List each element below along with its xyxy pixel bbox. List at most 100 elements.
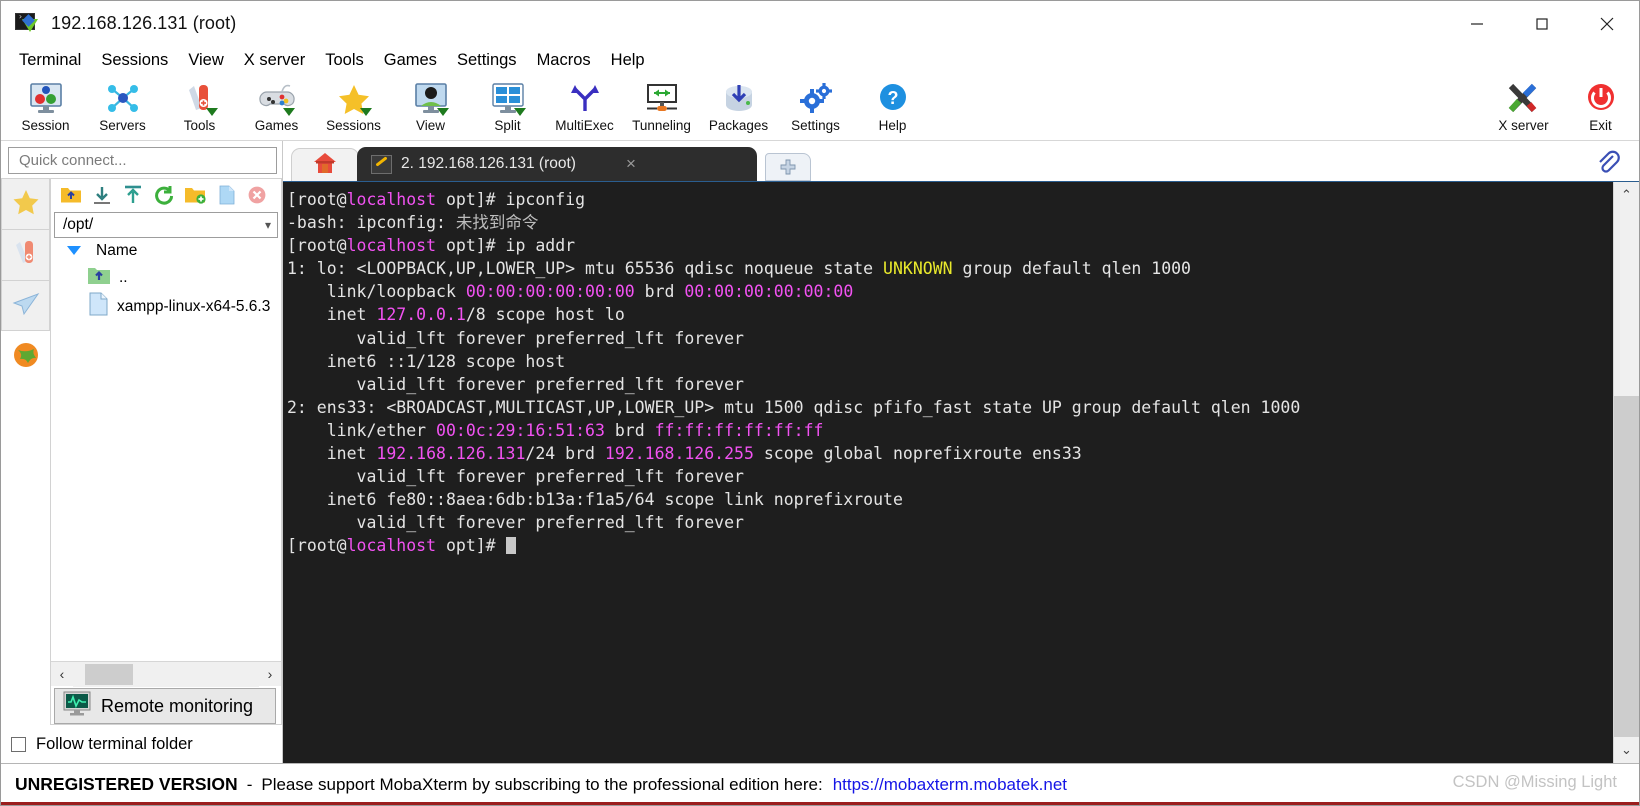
toolbar-servers[interactable]: Servers <box>84 76 161 140</box>
toolbar-games[interactable]: Games <box>238 76 315 140</box>
menu-view[interactable]: View <box>178 49 233 72</box>
toolbar-multiexec[interactable]: MultiExec <box>546 76 623 140</box>
hscroll-track[interactable] <box>73 661 259 687</box>
terminal-line: inet6 fe80::8aea:6db:b13a:f1a5/64 scope … <box>287 488 1613 511</box>
close-button[interactable] <box>1574 1 1639 46</box>
toolbar-tunneling[interactable]: Tunneling <box>623 76 700 140</box>
upload-arrow-icon[interactable] <box>121 183 145 207</box>
follow-terminal-folder-row[interactable]: Follow terminal folder <box>1 725 282 763</box>
mobaxterm-link[interactable]: https://mobaxterm.mobatek.net <box>833 775 1067 795</box>
bottom-red-strip <box>1 802 1639 805</box>
vscroll-track[interactable] <box>1614 208 1639 737</box>
toolbar-x-server[interactable]: X server <box>1485 76 1562 140</box>
toolbar-session[interactable]: Session <box>7 76 84 140</box>
sidebar-item-tools[interactable] <box>1 229 50 280</box>
chevron-down-icon[interactable]: ▾ <box>265 218 271 232</box>
sidebar-item-globe[interactable] <box>1 331 50 383</box>
tab-close-icon[interactable]: × <box>618 154 644 174</box>
menu-help[interactable]: Help <box>601 49 655 72</box>
new-file-icon[interactable] <box>214 183 238 207</box>
home-tab[interactable] <box>291 148 359 181</box>
file-list-header[interactable]: Name <box>51 238 281 263</box>
vscroll-thumb[interactable] <box>1614 396 1639 737</box>
menu-macros[interactable]: Macros <box>527 49 601 72</box>
terminal-span: opt]# <box>436 536 506 556</box>
new-folder-icon[interactable] <box>183 183 207 207</box>
session-monitor-icon <box>24 79 68 117</box>
status-message: Please support MobaXterm by subscribing … <box>261 774 823 794</box>
toolbar-view[interactable]: View <box>392 76 469 140</box>
maximize-button[interactable] <box>1509 1 1574 46</box>
toolbar-servers-label: Servers <box>99 118 146 133</box>
monitor-graph-icon <box>62 690 92 723</box>
terminal-wrapper: [root@localhost opt]# ipconfig -bash: ipc… <box>283 181 1639 763</box>
follow-terminal-folder-label: Follow terminal folder <box>36 734 193 753</box>
list-item[interactable]: xampp-linux-x64-5.6.3 <box>51 292 281 321</box>
paperclip-icon[interactable] <box>1595 149 1621 180</box>
menu-bar: Terminal Sessions View X server Tools Ga… <box>1 46 1639 74</box>
terminal-line: valid_lft forever preferred_lft forever <box>287 373 1613 396</box>
terminal-span: 192.168.126.131 <box>376 444 526 464</box>
toolbar-view-label: View <box>415 118 446 133</box>
home-icon <box>312 151 338 180</box>
window-title: 192.168.126.131 (root) <box>51 13 237 33</box>
user-screen-icon <box>409 79 453 117</box>
toolbar-sessions-label: Sessions <box>326 118 381 133</box>
quick-connect-input[interactable]: Quick connect... <box>8 147 277 174</box>
folder-up-icon[interactable] <box>59 183 83 207</box>
power-exit-icon <box>1579 79 1623 117</box>
title-bar: 192.168.126.131 (root) <box>1 1 1639 46</box>
toolbar-settings[interactable]: Settings <box>777 76 854 140</box>
scroll-left-arrow-icon[interactable]: ‹ <box>51 666 73 682</box>
terminal-line: valid_lft forever preferred_lft forever <box>287 327 1613 350</box>
unregistered-label: UNREGISTERED VERSION <box>15 774 238 794</box>
star-icon <box>332 79 376 117</box>
toolbar-exit-label: Exit <box>1589 118 1612 133</box>
menu-sessions[interactable]: Sessions <box>91 49 178 72</box>
menu-tools[interactable]: Tools <box>315 49 374 72</box>
remote-monitoring-button[interactable]: Remote monitoring <box>54 688 276 724</box>
minimize-button[interactable] <box>1444 1 1509 46</box>
terminal-line: inet 127.0.0.1/8 scope host lo <box>287 303 1613 326</box>
tab-terminal-session[interactable]: 2. 192.168.126.131 (root) × <box>357 147 757 181</box>
menu-settings[interactable]: Settings <box>447 49 527 72</box>
toolbar-exit[interactable]: Exit <box>1562 76 1639 140</box>
toolbar-sessions[interactable]: Sessions <box>315 76 392 140</box>
vertical-tab-strip <box>1 178 50 725</box>
scroll-right-arrow-icon[interactable]: › <box>259 666 281 682</box>
path-input[interactable]: /opt/ ▾ <box>54 212 278 238</box>
list-item[interactable]: .. <box>51 263 281 292</box>
menu-games[interactable]: Games <box>374 49 447 72</box>
sidebar-item-sftp[interactable] <box>1 280 50 331</box>
terminal-span: 2: ens33: <BROADCAST,MULTICAST,UP,LOWER_… <box>287 397 1301 417</box>
follow-terminal-folder-checkbox[interactable] <box>11 736 26 752</box>
hscroll-thumb[interactable] <box>85 663 133 685</box>
sidebar-item-sessions[interactable] <box>1 178 50 229</box>
toolbar-split[interactable]: Split <box>469 76 546 140</box>
scroll-down-arrow-icon[interactable]: ⌄ <box>1614 737 1639 763</box>
terminal-line: [root@localhost opt]# ipconfig <box>287 188 1613 211</box>
toolbar-session-label: Session <box>21 118 70 133</box>
delete-x-icon[interactable] <box>245 183 269 207</box>
new-tab-button[interactable] <box>765 153 811 181</box>
scroll-up-arrow-icon[interactable]: ⌃ <box>1614 182 1639 208</box>
toolbar-packages[interactable]: Packages <box>700 76 777 140</box>
toolbar-tools[interactable]: Tools <box>161 76 238 140</box>
terminal-output[interactable]: [root@localhost opt]# ipconfig -bash: ipc… <box>283 182 1613 763</box>
mobaxterm-window: 192.168.126.131 (root) Terminal Sessions… <box>0 0 1640 806</box>
file-list: Name .. xampp-linux-x64-5.6.3 <box>51 238 281 661</box>
window-controls <box>1444 1 1639 46</box>
menu-x-server[interactable]: X server <box>234 49 315 72</box>
toolbar-help[interactable]: ? Help <box>854 76 931 140</box>
download-arrow-icon[interactable] <box>90 183 114 207</box>
left-panel-row: /opt/ ▾ Name .. xampp-linux-x64-5.6.3 ‹ … <box>1 178 282 725</box>
toolbar-split-label: Split <box>494 118 521 133</box>
horizontal-scrollbar[interactable]: ‹ › <box>51 661 281 687</box>
menu-terminal[interactable]: Terminal <box>9 49 91 72</box>
toolbar-x-server-label: X server <box>1498 118 1549 133</box>
refresh-circle-icon[interactable] <box>152 183 176 207</box>
globe-icon <box>11 340 41 375</box>
terminal-scrollbar[interactable]: ⌃ ⌄ <box>1613 182 1639 763</box>
terminal-span: 未找到命令 <box>455 213 539 233</box>
sftp-file-browser: /opt/ ▾ Name .. xampp-linux-x64-5.6.3 ‹ … <box>50 178 282 725</box>
